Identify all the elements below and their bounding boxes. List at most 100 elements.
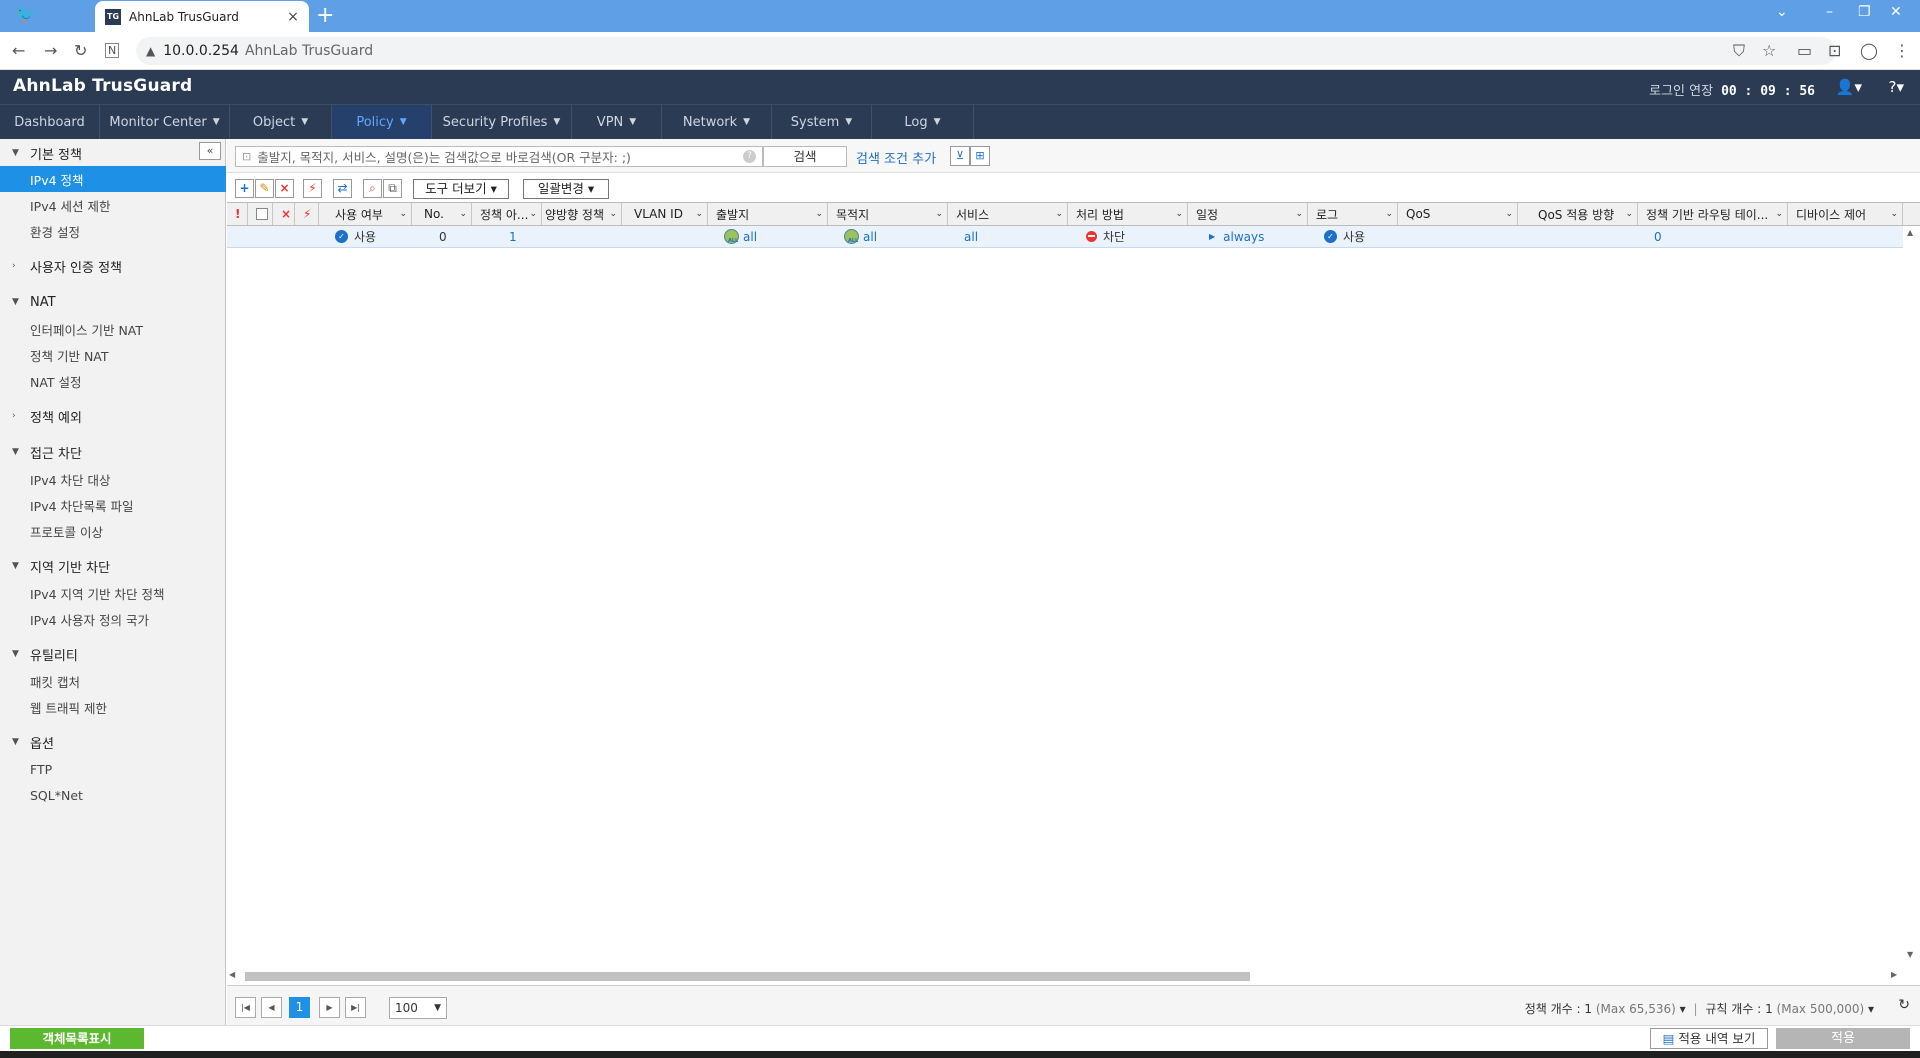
sidebar-group-utility[interactable]: ▼ 유틸리티 <box>0 642 226 666</box>
sidebar-item-protocol-anomaly[interactable]: 프로토콜 이상 <box>0 518 226 544</box>
first-page-icon[interactable]: |◀ <box>235 997 256 1018</box>
sidebar-item-ipv4-session-limit[interactable]: IPv4 세션 제한 <box>0 192 226 218</box>
page-size-select[interactable]: 100 ▼ <box>389 997 447 1019</box>
add-search-condition-link[interactable]: 검색 조건 추가 <box>856 148 936 167</box>
search-button[interactable]: 검색 <box>763 146 847 167</box>
sidebar-item-sqlnet[interactable]: SQL*Net <box>0 782 226 808</box>
new-tab-button[interactable]: + <box>316 4 334 28</box>
chevron-down-icon[interactable]: ⌄ <box>1776 4 1788 20</box>
browser-tab[interactable]: TG AhnLab TrusGuard × <box>95 1 309 32</box>
filter-settings-icon[interactable]: ⊞ <box>970 146 990 166</box>
apply-button[interactable]: 적용 <box>1776 1028 1910 1049</box>
column-menu-icon[interactable]: ⌄ <box>1055 209 1063 219</box>
cell-pbr[interactable]: 0 <box>1654 226 1662 247</box>
cell-schedule[interactable]: ▶ always <box>1209 226 1264 247</box>
vertical-scrollbar[interactable]: ▲ ▼ <box>1903 226 1920 966</box>
menu-vpn[interactable]: VPN ▼ <box>572 105 662 139</box>
cell-destination[interactable]: all <box>844 226 877 247</box>
col-device-control[interactable]: 디바이스 제어 ⌄ <box>1788 203 1903 225</box>
column-menu-icon[interactable]: ⌄ <box>529 209 537 219</box>
sidebar-group-nat[interactable]: ▼ NAT <box>0 290 226 314</box>
sidebar-item-web-traffic-limit[interactable]: 웹 트래픽 제한 <box>0 694 226 720</box>
sidebar-group-user-auth[interactable]: › 사용자 인증 정책 <box>0 254 226 278</box>
cell-policy-id[interactable]: 1 <box>509 226 517 247</box>
back-icon[interactable]: ← <box>12 41 25 60</box>
restore-icon[interactable]: ❐ <box>1858 4 1871 20</box>
sidebar-item-ipv4-block-target[interactable]: IPv4 차단 대상 <box>0 466 226 492</box>
sidebar-group-options[interactable]: ▼ 옵션 <box>0 730 226 754</box>
scrollbar-thumb[interactable] <box>245 972 1250 981</box>
scroll-down-icon[interactable]: ▼ <box>1907 950 1913 959</box>
sidebar-item-ftp[interactable]: FTP <box>0 756 226 782</box>
tab-close-icon[interactable]: × <box>283 9 303 25</box>
disable-policy-icon[interactable]: ⚡ <box>303 179 322 198</box>
col-qos-direction[interactable]: QoS 적용 방향 ⌄ <box>1518 203 1638 225</box>
column-menu-icon[interactable]: ⌄ <box>815 209 823 219</box>
menu-network[interactable]: Network ▼ <box>662 105 772 139</box>
column-menu-icon[interactable]: ⌄ <box>459 209 467 219</box>
col-schedule[interactable]: 일정 ⌄ <box>1188 203 1308 225</box>
column-menu-icon[interactable]: ⌄ <box>1385 209 1393 219</box>
screenshot-icon[interactable]: ⊡ <box>1828 41 1841 60</box>
find-policy-icon[interactable]: ⌕ <box>363 179 382 198</box>
add-icon[interactable]: + <box>235 179 254 198</box>
prev-page-icon[interactable]: ◀ <box>261 997 282 1018</box>
select-all-checkbox[interactable] <box>248 203 273 225</box>
sidebar-group-policy-exception[interactable]: › 정책 예외 <box>0 404 226 428</box>
object-list-button[interactable]: 객체목록표시 <box>10 1028 144 1049</box>
col-service[interactable]: 서비스 ⌄ <box>948 203 1068 225</box>
column-menu-icon[interactable]: ⌄ <box>1775 209 1783 219</box>
more-tools-dropdown[interactable]: 도구 더보기 ▾ <box>413 179 509 199</box>
menu-monitor-center[interactable]: Monitor Center ▼ <box>100 105 230 139</box>
sidebar-item-ipv4-blocklist-file[interactable]: IPv4 차단목록 파일 <box>0 492 226 518</box>
current-page[interactable]: 1 <box>289 997 310 1018</box>
column-menu-icon[interactable]: ⌄ <box>1890 209 1898 219</box>
reload-icon[interactable]: ↻ <box>74 41 87 60</box>
copy-policy-icon[interactable]: ⧉ <box>383 179 402 198</box>
menu-security-profiles[interactable]: Security Profiles ▼ <box>432 105 572 139</box>
scroll-left-icon[interactable]: ◀ <box>229 970 235 979</box>
column-menu-icon[interactable]: ⌄ <box>1625 209 1633 219</box>
sidebar-group-geo-block[interactable]: ▼ 지역 기반 차단 <box>0 554 226 578</box>
refresh-icon[interactable]: ↻ <box>1898 997 1910 1013</box>
sidebar-item-ipv4-policy[interactable]: IPv4 정책 <box>0 166 226 192</box>
close-window-icon[interactable]: ✕ <box>1890 4 1902 20</box>
column-menu-icon[interactable]: ⌄ <box>1505 209 1513 219</box>
col-no[interactable]: No. ⌄ <box>412 203 472 225</box>
n-extension-icon[interactable]: N <box>105 43 120 58</box>
cast-icon[interactable]: ▭ <box>1797 41 1812 60</box>
sidebar-group-access-block[interactable]: ▼ 접근 차단 <box>0 440 226 464</box>
column-menu-icon[interactable]: ⌄ <box>609 209 617 219</box>
minimize-icon[interactable]: – <box>1826 4 1833 20</box>
bulk-change-dropdown[interactable]: 일괄변경 ▾ <box>523 179 609 199</box>
next-page-icon[interactable]: ▶ <box>319 997 340 1018</box>
col-log[interactable]: 로그 ⌄ <box>1308 203 1398 225</box>
col-destination[interactable]: 목적지 ⌄ <box>828 203 948 225</box>
column-menu-icon[interactable]: ⌄ <box>399 209 407 219</box>
table-row[interactable]: ✓ 사용 0 1 all all all 차단 ▶ always ✓ 사용 0 <box>227 226 1903 248</box>
last-page-icon[interactable]: ▶| <box>345 997 366 1018</box>
col-policy-id[interactable]: 정책 아... ⌄ <box>472 203 542 225</box>
menu-log[interactable]: Log ▼ <box>872 105 974 139</box>
url-field[interactable]: ▲ 10.0.0.254 AhnLab TrusGuard <box>136 37 1836 65</box>
edit-pencil-icon[interactable]: ✎ <box>255 179 274 198</box>
session-extend[interactable]: 로그인 연장 00 : 09 : 56 <box>1649 80 1815 99</box>
menu-object[interactable]: Object ▼ <box>230 105 332 139</box>
sidebar-item-ipv4-custom-country[interactable]: IPv4 사용자 정의 국가 <box>0 606 226 632</box>
swap-icon[interactable]: ⇄ <box>333 179 352 198</box>
col-bidirectional[interactable]: 양방향 정책 ⌄ <box>542 203 622 225</box>
apply-history-button[interactable]: ▤ 적용 내역 보기 <box>1650 1028 1768 1049</box>
column-menu-icon[interactable]: ⌄ <box>935 209 943 219</box>
col-source[interactable]: 출발지 ⌄ <box>708 203 828 225</box>
menu-system[interactable]: System ▼ <box>772 105 872 139</box>
col-qos[interactable]: QoS ⌄ <box>1398 203 1518 225</box>
sidebar-item-nat-settings[interactable]: NAT 설정 <box>0 368 226 394</box>
col-enabled[interactable]: 사용 여부 ⌄ <box>319 203 412 225</box>
column-menu-icon[interactable]: ⌄ <box>695 209 703 219</box>
caret-down-icon[interactable]: ▾ <box>1680 1002 1686 1016</box>
sidebar-item-ipv4-geo-policy[interactable]: IPv4 지역 기반 차단 정책 <box>0 580 226 606</box>
scroll-right-icon[interactable]: ▶ <box>1891 970 1897 979</box>
sidebar-item-policy-nat[interactable]: 정책 기반 NAT <box>0 342 226 368</box>
shield-icon[interactable]: ⛉ <box>1733 41 1745 61</box>
sidebar-item-environment[interactable]: 환경 설정 <box>0 218 226 244</box>
